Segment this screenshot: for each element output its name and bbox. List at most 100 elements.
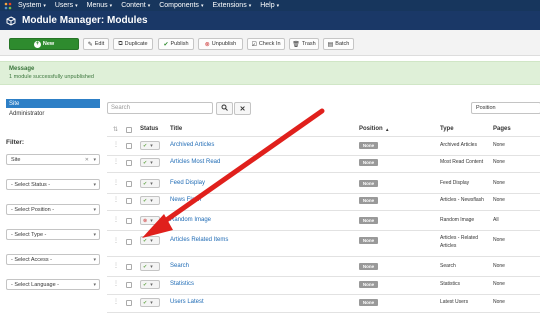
status-header[interactable]: Status — [140, 126, 158, 132]
nav-extensions[interactable]: Extensions ▾ — [212, 2, 251, 9]
row-checkbox[interactable] — [126, 160, 132, 166]
published-check-icon: ✔ — [143, 197, 148, 204]
nav-users[interactable]: Users ▾ — [55, 2, 78, 9]
select-all-checkbox[interactable] — [126, 127, 132, 133]
module-title-link[interactable]: Articles Most Read — [170, 159, 220, 165]
drag-handle-icon[interactable]: ⋮ — [113, 179, 119, 186]
module-title-link[interactable]: Search — [170, 263, 189, 269]
row-checkbox[interactable] — [126, 143, 132, 149]
drag-handle-icon[interactable]: ⋮ — [113, 216, 119, 223]
chevron-down-icon: ▾ — [93, 207, 96, 213]
trash-button[interactable]: 🗑 Trash — [289, 38, 319, 50]
chevron-down-icon: ▾ — [150, 159, 153, 166]
caret-down-icon: ▾ — [109, 3, 113, 9]
row-checkbox[interactable] — [126, 198, 132, 204]
module-type: Statistics — [440, 281, 461, 287]
unpublish-button[interactable]: ⊗ Unpublish — [198, 38, 243, 50]
new-button[interactable]: + New — [9, 38, 79, 50]
position-filter-select[interactable]: - Select Position - ▾ — [6, 204, 100, 215]
module-title-link[interactable]: Archived Articles — [170, 142, 214, 148]
row-checkbox[interactable] — [126, 239, 132, 245]
check-in-button[interactable]: ☑ Check In — [247, 38, 285, 50]
published-check-icon: ✔ — [143, 281, 148, 288]
edit-button[interactable]: ✎ Edit — [83, 38, 109, 50]
module-pages: None — [493, 197, 505, 203]
message-title: Message — [9, 66, 35, 72]
language-filter-select[interactable]: - Select Language - ▾ — [6, 279, 100, 290]
drag-handle-icon[interactable]: ⋮ — [113, 141, 119, 148]
module-pages: None — [493, 299, 505, 305]
sidebar-item-administrator[interactable]: Administrator — [6, 109, 100, 118]
site-filter-select[interactable]: Site ✕ ▾ — [6, 154, 100, 165]
nav-system[interactable]: System ▾ — [18, 2, 46, 9]
search-input[interactable]: Search — [107, 102, 213, 114]
published-check-icon: ✔ — [143, 180, 148, 187]
status-toggle[interactable]: ✔ ▾ — [140, 236, 160, 245]
title-header[interactable]: Title — [170, 126, 182, 132]
module-title-link[interactable]: Feed Display — [170, 180, 205, 186]
position-badge: None — [359, 197, 378, 204]
status-toggle[interactable]: ✔ ▾ — [140, 141, 160, 150]
filter-title: Filter: — [6, 139, 25, 146]
drag-handle-icon[interactable]: ⋮ — [113, 158, 119, 165]
clear-icon[interactable]: ✕ — [85, 157, 89, 163]
search-button[interactable] — [216, 102, 233, 115]
status-filter-select[interactable]: - Select Status - ▾ — [6, 179, 100, 190]
order-header-icon[interactable]: ⇅ — [113, 126, 118, 133]
position-badge: None — [359, 159, 378, 166]
row-checkbox[interactable] — [126, 218, 132, 224]
position-header[interactable]: Position — [359, 126, 383, 132]
nav-help[interactable]: Help ▾ — [260, 2, 279, 9]
status-toggle[interactable]: ✔ ▾ — [140, 298, 160, 307]
divider — [107, 172, 540, 173]
module-title-link[interactable]: Articles Related Items — [170, 237, 228, 243]
batch-button[interactable]: ▤ Batch — [323, 38, 354, 50]
chevron-down-icon: ▾ — [150, 281, 153, 288]
row-checkbox[interactable] — [126, 300, 132, 306]
status-toggle[interactable]: ✔ ▾ — [140, 262, 160, 271]
chevron-down-icon: ▾ — [93, 182, 96, 188]
access-filter-select[interactable]: - Select Access - ▾ — [6, 254, 100, 265]
sidebar-item-site[interactable]: Site — [6, 99, 100, 108]
pages-header[interactable]: Pages — [493, 126, 511, 132]
module-title-link[interactable]: Users Latest — [170, 299, 204, 305]
type-header[interactable]: Type — [440, 126, 454, 132]
divider — [107, 312, 540, 313]
status-toggle[interactable]: ✔ ▾ — [140, 179, 160, 188]
module-title-link[interactable]: News Flash — [170, 197, 201, 203]
chevron-down-icon: ▾ — [93, 282, 96, 288]
type-filter-select[interactable]: - Select Type - ▾ — [6, 229, 100, 240]
publish-button[interactable]: ✔ Publish — [158, 38, 194, 50]
drag-handle-icon[interactable]: ⋮ — [113, 196, 119, 203]
drag-handle-icon[interactable]: ⋮ — [113, 262, 119, 269]
status-toggle[interactable]: ✔ ▾ — [140, 196, 160, 205]
status-toggle[interactable]: ✔ ▾ — [140, 158, 160, 167]
nav-components[interactable]: Components ▾ — [159, 2, 203, 9]
nav-menus[interactable]: Menus ▾ — [87, 2, 113, 9]
row-checkbox[interactable] — [126, 282, 132, 288]
sort-select[interactable]: Position — [471, 102, 540, 114]
status-toggle[interactable]: ✔ ▾ — [140, 280, 160, 289]
chevron-down-icon: ▾ — [150, 180, 153, 187]
module-title-link[interactable]: Statistics — [170, 281, 194, 287]
clear-search-button[interactable]: ✕ — [234, 102, 251, 115]
module-title-link[interactable]: Random Image — [170, 217, 211, 223]
published-check-icon: ✔ — [143, 263, 148, 270]
row-checkbox[interactable] — [126, 181, 132, 187]
table-row: ⋮ ✔ ▾ Articles Related Items None Articles - … — [107, 234, 540, 252]
module-pages: None — [493, 180, 505, 186]
divider — [107, 230, 540, 231]
drag-handle-icon[interactable]: ⋮ — [113, 298, 119, 305]
chevron-down-icon: ▾ — [150, 263, 153, 270]
duplicate-button[interactable]: ⧉ Duplicate — [113, 38, 153, 50]
row-checkbox[interactable] — [126, 264, 132, 270]
drag-handle-icon[interactable]: ⋮ — [113, 280, 119, 287]
drag-handle-icon[interactable]: ⋮ — [113, 237, 119, 244]
joomla-logo-icon[interactable] — [3, 1, 12, 10]
position-badge: None — [359, 217, 378, 224]
status-toggle[interactable]: ⊗ ▾ — [140, 216, 160, 225]
divider — [107, 294, 540, 295]
cube-icon — [6, 15, 16, 26]
nav-content[interactable]: Content ▾ — [121, 2, 150, 9]
toolbar: + New ✎ Edit ⧉ Duplicate ✔ Publish ⊗ Unpublis… — [0, 30, 540, 56]
